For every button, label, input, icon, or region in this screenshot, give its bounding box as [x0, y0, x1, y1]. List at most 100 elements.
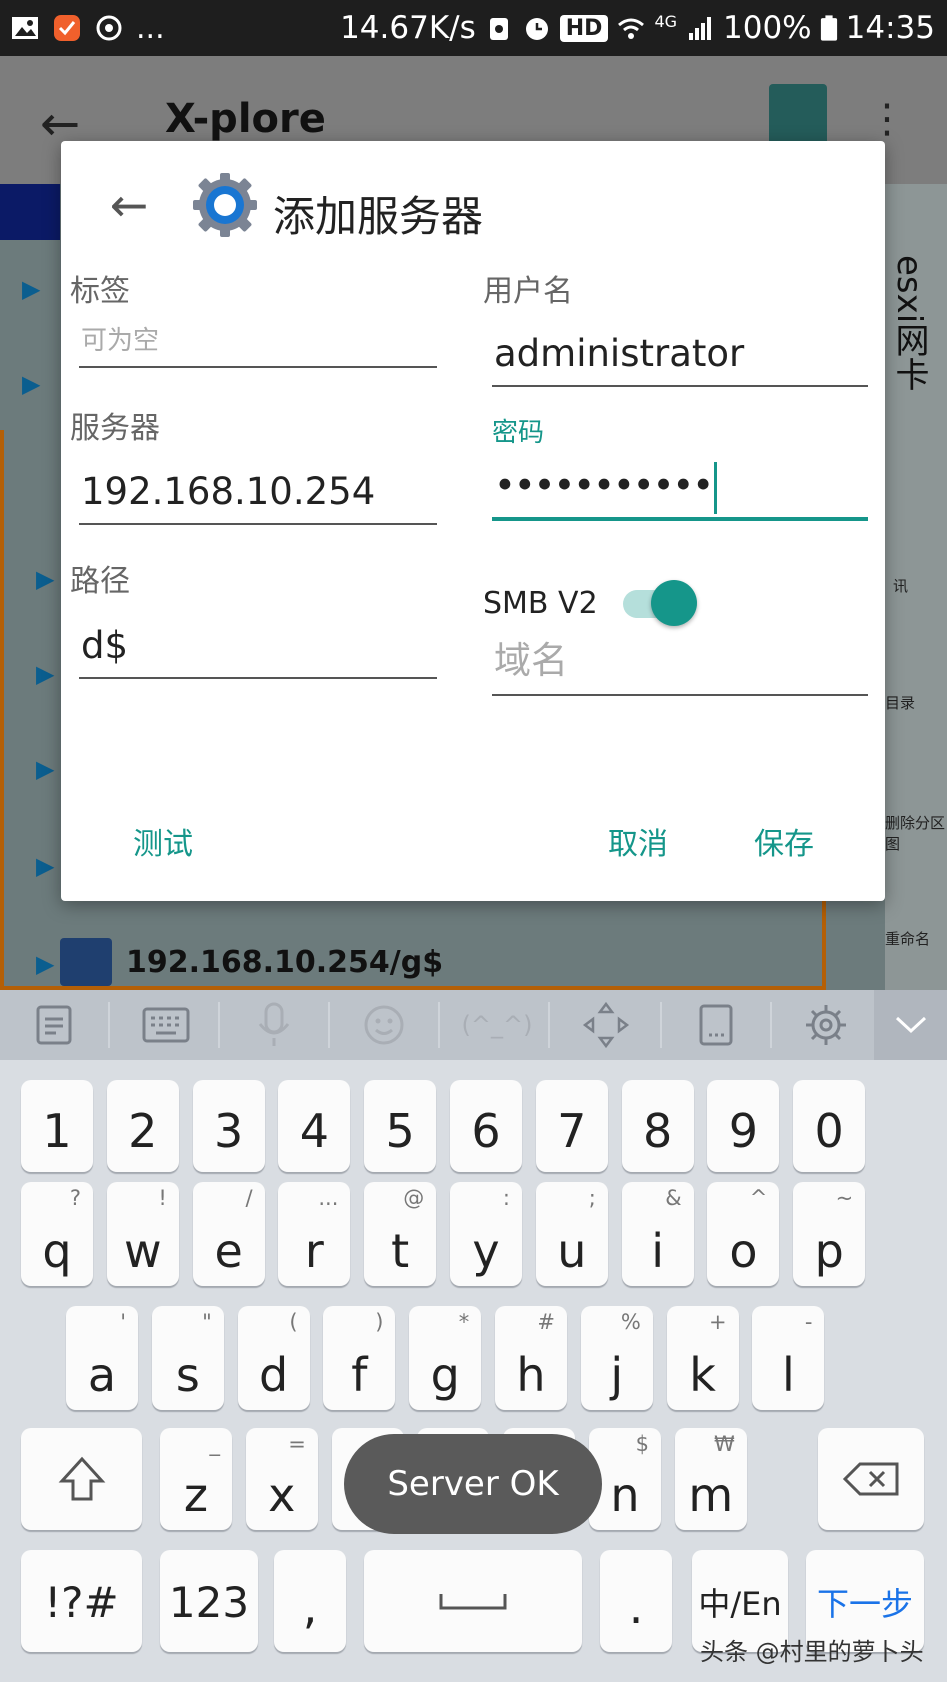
key-8[interactable]: 8 [621, 1080, 694, 1172]
key-secondary-label: ^ [749, 1186, 768, 1210]
smb-v2-toggle[interactable] [621, 578, 703, 628]
key-p[interactable]: ~ p [793, 1182, 866, 1286]
label-input[interactable] [79, 316, 437, 368]
expand-arrow-icon: ▶ [22, 275, 41, 303]
key-d[interactable]: (d [237, 1306, 310, 1410]
username-input[interactable] [492, 321, 868, 387]
expand-arrow-icon: ▶ [36, 565, 55, 593]
path-input[interactable] [79, 613, 437, 679]
vpn-icon [489, 18, 508, 40]
bg-side-label: 删除分区图 [885, 814, 946, 853]
key-5[interactable]: 5 [364, 1080, 437, 1172]
key-r[interactable]: ... r [278, 1182, 351, 1286]
key-a[interactable]: ' a [66, 1306, 138, 1410]
key-h[interactable]: # h [495, 1306, 567, 1410]
key-label: y [472, 1224, 500, 1278]
key-label: g [430, 1348, 460, 1402]
shift-key[interactable] [21, 1428, 142, 1530]
key-secondary-label: ? [69, 1186, 81, 1210]
one-handed-icon[interactable] [686, 998, 746, 1052]
key-secondary-label: ; [588, 1186, 596, 1210]
key-0[interactable]: 0 [793, 1080, 866, 1172]
key-7[interactable]: 7 [535, 1080, 608, 1172]
backspace-key[interactable] [818, 1428, 924, 1530]
emoji-icon[interactable] [354, 998, 414, 1052]
app-title: X-plore [165, 96, 326, 142]
save-button[interactable]: 保存 [754, 819, 814, 863]
more-notifications: ... [136, 10, 165, 46]
server-input[interactable] [79, 459, 437, 525]
key-label: q [42, 1224, 72, 1278]
key-label: h [516, 1348, 546, 1402]
domain-input[interactable] [492, 626, 868, 696]
key-t[interactable]: @ t [364, 1182, 437, 1286]
gear-icon[interactable] [796, 998, 856, 1052]
language-label: 中/En [698, 1585, 782, 1623]
key-secondary-label: ! [158, 1186, 167, 1210]
label-field-label: 标签 [70, 274, 130, 309]
key-label: d [258, 1348, 289, 1402]
network-drive-icon [60, 938, 112, 986]
key-e[interactable]: / e [192, 1182, 265, 1286]
keyboard-icon[interactable] [134, 998, 198, 1052]
period-key[interactable]: . [600, 1550, 672, 1652]
microphone-icon[interactable] [244, 998, 304, 1052]
dialog-title: 添加服务器 [273, 192, 484, 241]
more-vert-icon: ⋮ [867, 96, 907, 142]
numbers-key[interactable]: 123 [160, 1550, 258, 1652]
back-button[interactable]: ← [103, 179, 155, 231]
list-item-label: 192.168.10.254/g$ [126, 944, 444, 980]
key-secondary-label: % [620, 1310, 641, 1334]
server-field-label: 服务器 [70, 411, 160, 446]
key-g[interactable]: * g [409, 1306, 482, 1410]
key-label: t [391, 1224, 410, 1278]
key-x[interactable]: = x [245, 1428, 318, 1530]
expand-arrow-icon: ▶ [36, 660, 55, 688]
key-o[interactable]: ^ o [707, 1182, 780, 1286]
clock: 14:35 [845, 10, 935, 46]
key-label: m [688, 1468, 734, 1522]
key-secondary-label: _ [209, 1432, 221, 1456]
password-input[interactable]: ••••••••••• [492, 457, 868, 521]
emoticon-button[interactable]: (^_^) [458, 998, 536, 1052]
key-1[interactable]: 1 [21, 1080, 93, 1172]
key-q[interactable]: ? q [21, 1182, 93, 1286]
key-f[interactable]: ) f [323, 1306, 396, 1410]
task-app-icon [54, 15, 80, 41]
key-label: 6 [471, 1104, 501, 1158]
key-secondary-label: / [245, 1186, 253, 1210]
space-key[interactable] [364, 1550, 582, 1652]
key-w[interactable]: ! w [106, 1182, 179, 1286]
cancel-button[interactable]: 取消 [608, 819, 668, 863]
key-z[interactable]: _ z [160, 1428, 232, 1530]
key-secondary-label: ) [375, 1310, 384, 1334]
key-3[interactable]: 3 [192, 1080, 265, 1172]
key-secondary-label: ~ [835, 1186, 854, 1210]
clipboard-icon[interactable] [24, 998, 84, 1052]
key-label: u [557, 1224, 587, 1278]
bg-side-label: 目录 [885, 694, 916, 712]
key-6[interactable]: 6 [450, 1080, 522, 1172]
key-m[interactable]: ₩ m [674, 1428, 747, 1530]
key-j[interactable]: % j [580, 1306, 653, 1410]
background-side-text: esxi网卡 [889, 255, 929, 392]
cursor-move-icon[interactable] [576, 998, 636, 1052]
key-s[interactable]: " s [151, 1306, 224, 1410]
collapse-keyboard-icon[interactable] [874, 990, 947, 1060]
key-i[interactable]: & i [621, 1182, 694, 1286]
symbols-key[interactable]: !?# [21, 1550, 142, 1652]
key-secondary-label: ' [120, 1310, 126, 1334]
key-4[interactable]: 4 [278, 1080, 351, 1172]
password-dots: ••••••••••• [494, 464, 714, 507]
key-l[interactable]: -l [752, 1306, 825, 1410]
key-k[interactable]: + k [666, 1306, 739, 1410]
key-y[interactable]: :y [450, 1182, 522, 1286]
key-9[interactable]: 9 [707, 1080, 780, 1172]
test-button[interactable]: 测试 [133, 819, 193, 863]
key-secondary-label: - [804, 1310, 813, 1334]
key-2[interactable]: 2 [106, 1080, 179, 1172]
comma-key[interactable]: , [274, 1550, 346, 1652]
keyboard-toolbar: (^_^) [0, 990, 947, 1060]
key-label: r [304, 1224, 324, 1278]
key-u[interactable]: ; u [535, 1182, 608, 1286]
